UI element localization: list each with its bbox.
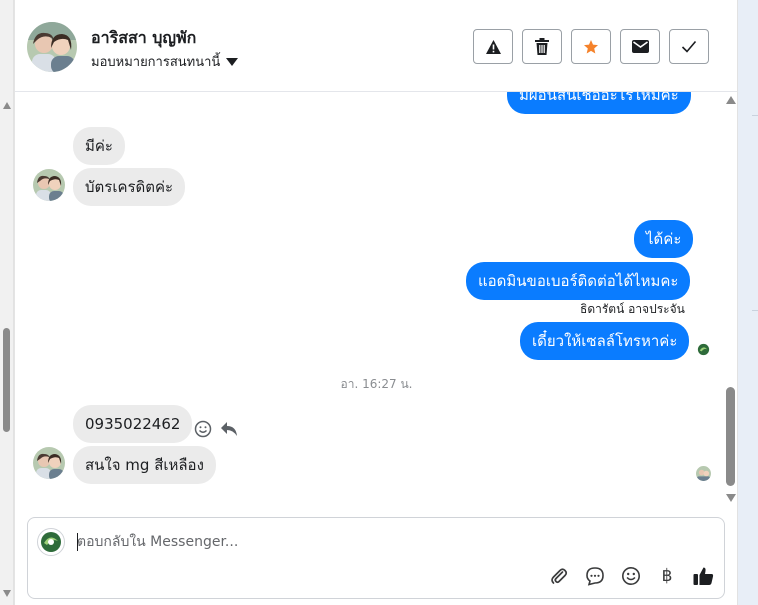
reply-input[interactable] (77, 532, 677, 552)
scroll-up-arrow-icon[interactable] (3, 102, 11, 109)
thread-scroll-down-icon[interactable] (726, 494, 736, 502)
star-button[interactable] (571, 29, 611, 64)
smiley-react-icon[interactable] (194, 420, 212, 438)
message-bubble-outgoing[interactable]: มีผ่อนสินเชื่ออะไรไหมคะ (507, 92, 691, 114)
check-icon (681, 40, 697, 53)
message-timestamp: อา. 16:27 น. (340, 377, 413, 391)
delete-button[interactable] (522, 29, 562, 64)
paperclip-icon (551, 568, 568, 584)
scroll-down-arrow-icon[interactable] (3, 590, 11, 597)
message-bubble-outgoing[interactable]: ได้ค่ะ (634, 220, 694, 258)
thumbs-up-icon (693, 567, 713, 585)
like-button[interactable] (692, 565, 714, 587)
message-hover-actions (194, 420, 238, 438)
assign-conversation-dropdown[interactable]: มอบหมายการสนทนานี้ (91, 51, 239, 72)
spam-button[interactable] (473, 29, 513, 64)
baht-icon: ฿ (661, 566, 673, 586)
reply-arrow-icon[interactable] (220, 421, 238, 437)
star-icon (584, 39, 598, 54)
outer-scrollbar[interactable] (0, 0, 14, 605)
customer-avatar[interactable] (27, 22, 77, 72)
conversation-panel: อาริสสา บุญพัก มอบหมายการสนทนานี้ มีผ่อน… (14, 0, 738, 605)
page-avatar (37, 528, 65, 556)
trash-icon (535, 38, 549, 55)
thread-scroll-thumb[interactable] (726, 387, 735, 486)
conversation-header: อาริสสา บุญพัก มอบหมายการสนทนานี้ (15, 0, 738, 92)
customer-name: อาริสสา บุญพัก (91, 28, 197, 47)
message-bubble-incoming[interactable]: มีค่ะ (73, 127, 125, 165)
app-frame: อาริสสา บุญพัก มอบหมายการสนทนานี้ มีผ่อน… (0, 0, 758, 605)
divider (752, 115, 758, 116)
message-bubble-outgoing[interactable]: แอดมินขอเบอร์ติดต่อได้ไหมคะ (466, 262, 691, 300)
scroll-thumb[interactable] (3, 328, 10, 432)
message-bubble-incoming[interactable]: บัตรเครดิตค่ะ (73, 168, 186, 206)
customer-seen-avatar (696, 466, 711, 481)
reply-composer: ฿ (27, 517, 725, 599)
thread-scrollbar[interactable] (723, 92, 737, 510)
page-seen-avatar (696, 342, 711, 357)
saved-replies-button[interactable] (584, 565, 606, 587)
message-bubble-incoming[interactable]: สนใจ mg สีเหลือง (73, 446, 216, 484)
attach-button[interactable] (548, 565, 570, 587)
assign-label: มอบหมายการสนทนานี้ (91, 55, 221, 70)
message-bubble-outgoing[interactable]: เดี๋ยวให้เซลล์โทรหาค่ะ (520, 322, 690, 360)
warning-icon (485, 39, 501, 54)
thread-scroll-up-icon[interactable] (726, 96, 736, 104)
envelope-icon (631, 40, 649, 53)
message-thread[interactable]: มีผ่อนสินเชื่ออะไรไหมคะ มีค่ะ บัตรเครดิต… (15, 92, 738, 510)
mark-done-button[interactable] (669, 29, 709, 64)
emoji-button[interactable] (620, 565, 642, 587)
chat-bubble-icon (586, 567, 604, 586)
smiley-icon (622, 567, 640, 585)
payment-button[interactable]: ฿ (656, 565, 678, 587)
customer-avatar-small (33, 447, 65, 479)
right-sidebar-edge (737, 0, 758, 605)
header-actions (473, 29, 709, 64)
divider (752, 310, 758, 311)
message-bubble-incoming[interactable]: 0935022462 (73, 405, 193, 443)
composer-toolbar: ฿ (548, 565, 714, 587)
agent-name-label: ธิดารัตน์ อาจประจัน (580, 302, 685, 316)
caret-down-icon (226, 57, 239, 66)
mark-unread-button[interactable] (620, 29, 660, 64)
customer-avatar-small (33, 169, 65, 201)
